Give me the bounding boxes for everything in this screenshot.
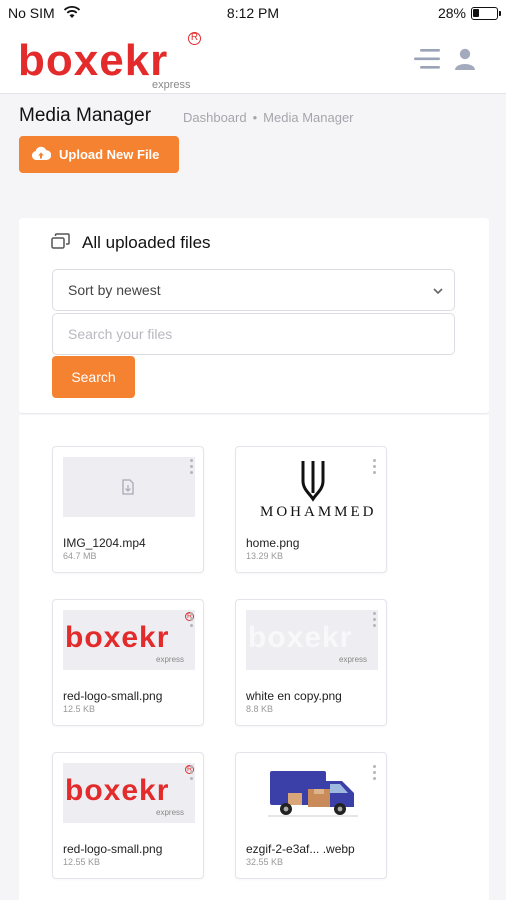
- breadcrumb: Dashboard • Media Manager: [183, 110, 354, 125]
- boxekr-logo-thumbnail: boxekr express R: [63, 610, 195, 670]
- breadcrumb-separator: •: [252, 110, 258, 125]
- file-card[interactable]: boxekr express white en copy.png 8.8 KB: [235, 599, 387, 726]
- file-name: IMG_1204.mp4: [63, 536, 146, 550]
- breadcrumb-dashboard[interactable]: Dashboard: [183, 110, 247, 125]
- logo-tagline: express: [152, 79, 191, 91]
- file-thumbnail: [63, 457, 195, 517]
- more-options-icon[interactable]: [370, 612, 378, 630]
- file-card[interactable]: ezgif-2-e3af... .webp 32.55 KB: [235, 752, 387, 879]
- delivery-truck-icon: [268, 767, 360, 823]
- breadcrumb-media-manager: Media Manager: [263, 110, 354, 125]
- files-grid: IMG_1204.mp4 64.7 MB MOHAMMED home.png 1…: [19, 415, 489, 900]
- more-options-icon[interactable]: [370, 765, 378, 783]
- file-size: 32.55 KB: [246, 857, 284, 867]
- thumbnail-wordmark: boxekr: [65, 774, 170, 807]
- thumbnail-caption: MOHAMMED: [260, 504, 377, 517]
- boxekr-logo-thumbnail: boxekr express R: [63, 763, 195, 823]
- chevron-down-icon: [432, 284, 444, 300]
- mohammed-logo-icon: [301, 459, 325, 508]
- panel-title: All uploaded files: [82, 233, 211, 252]
- user-icon[interactable]: [452, 46, 478, 72]
- file-name: red-logo-small.png: [63, 842, 163, 856]
- upload-button-label: Upload New File: [59, 147, 160, 162]
- file-size: 13.29 KB: [246, 551, 284, 561]
- search-button[interactable]: Search: [52, 356, 135, 398]
- sort-select[interactable]: Sort by newest: [52, 269, 455, 311]
- sort-select-value: Sort by newest: [68, 282, 161, 298]
- clock: 8:12 PM: [226, 5, 280, 21]
- app-header: boxekr express R: [0, 28, 506, 94]
- thumbnail-wordmark: boxekr: [65, 621, 170, 654]
- file-thumbnail: boxekr express: [246, 610, 378, 670]
- file-size: 64.7 MB: [63, 551, 97, 561]
- page-title: Media Manager: [19, 105, 152, 126]
- file-card[interactable]: boxekr express R red-logo-small.png 12.5…: [52, 752, 204, 879]
- battery-icon: [471, 7, 501, 20]
- thumbnail-tagline: express: [156, 655, 185, 664]
- file-card[interactable]: MOHAMMED home.png 13.29 KB: [235, 446, 387, 573]
- files-stack-icon: [51, 233, 71, 254]
- file-icon: [121, 479, 135, 500]
- file-name: white en copy.png: [246, 689, 342, 703]
- brand-logo[interactable]: boxekr express R: [18, 32, 208, 92]
- upload-new-file-button[interactable]: Upload New File: [19, 136, 179, 173]
- status-bar: No SIM 8:12 PM 28%: [0, 0, 506, 28]
- file-thumbnail: boxekr express R: [63, 610, 195, 670]
- file-thumbnail: MOHAMMED: [246, 457, 378, 517]
- file-size: 8.8 KB: [246, 704, 274, 714]
- more-options-icon[interactable]: [187, 459, 195, 477]
- menu-icon[interactable]: [412, 46, 442, 72]
- battery-level: [473, 9, 479, 17]
- logo-registered-mark: R: [188, 32, 201, 45]
- file-size: 12.55 KB: [63, 857, 101, 867]
- file-size: 12.5 KB: [63, 704, 96, 714]
- file-name: ezgif-2-e3af... .webp: [246, 842, 355, 856]
- file-thumbnail: [246, 763, 378, 823]
- file-card[interactable]: boxekr express R red-logo-small.png 12.5…: [52, 599, 204, 726]
- file-card[interactable]: IMG_1204.mp4 64.7 MB: [52, 446, 204, 573]
- cloud-upload-icon: [31, 145, 52, 166]
- file-thumbnail: boxekr express R: [63, 763, 195, 823]
- more-options-icon[interactable]: [187, 612, 195, 630]
- boxekr-logo-thumbnail: boxekr express: [246, 610, 378, 670]
- file-name: home.png: [246, 536, 300, 550]
- thumbnail-tagline: express: [156, 808, 185, 817]
- files-filter-panel: All uploaded files Sort by newest Search: [19, 218, 489, 414]
- more-options-icon[interactable]: [370, 459, 378, 477]
- search-input[interactable]: [52, 313, 455, 355]
- file-name: red-logo-small.png: [63, 689, 163, 703]
- battery-percent: 28%: [437, 5, 466, 21]
- thumbnail-wordmark: boxekr: [248, 621, 353, 654]
- thumbnail-tagline: express: [339, 655, 368, 664]
- logo-wordmark: boxekr: [18, 36, 169, 85]
- more-options-icon[interactable]: [187, 765, 195, 783]
